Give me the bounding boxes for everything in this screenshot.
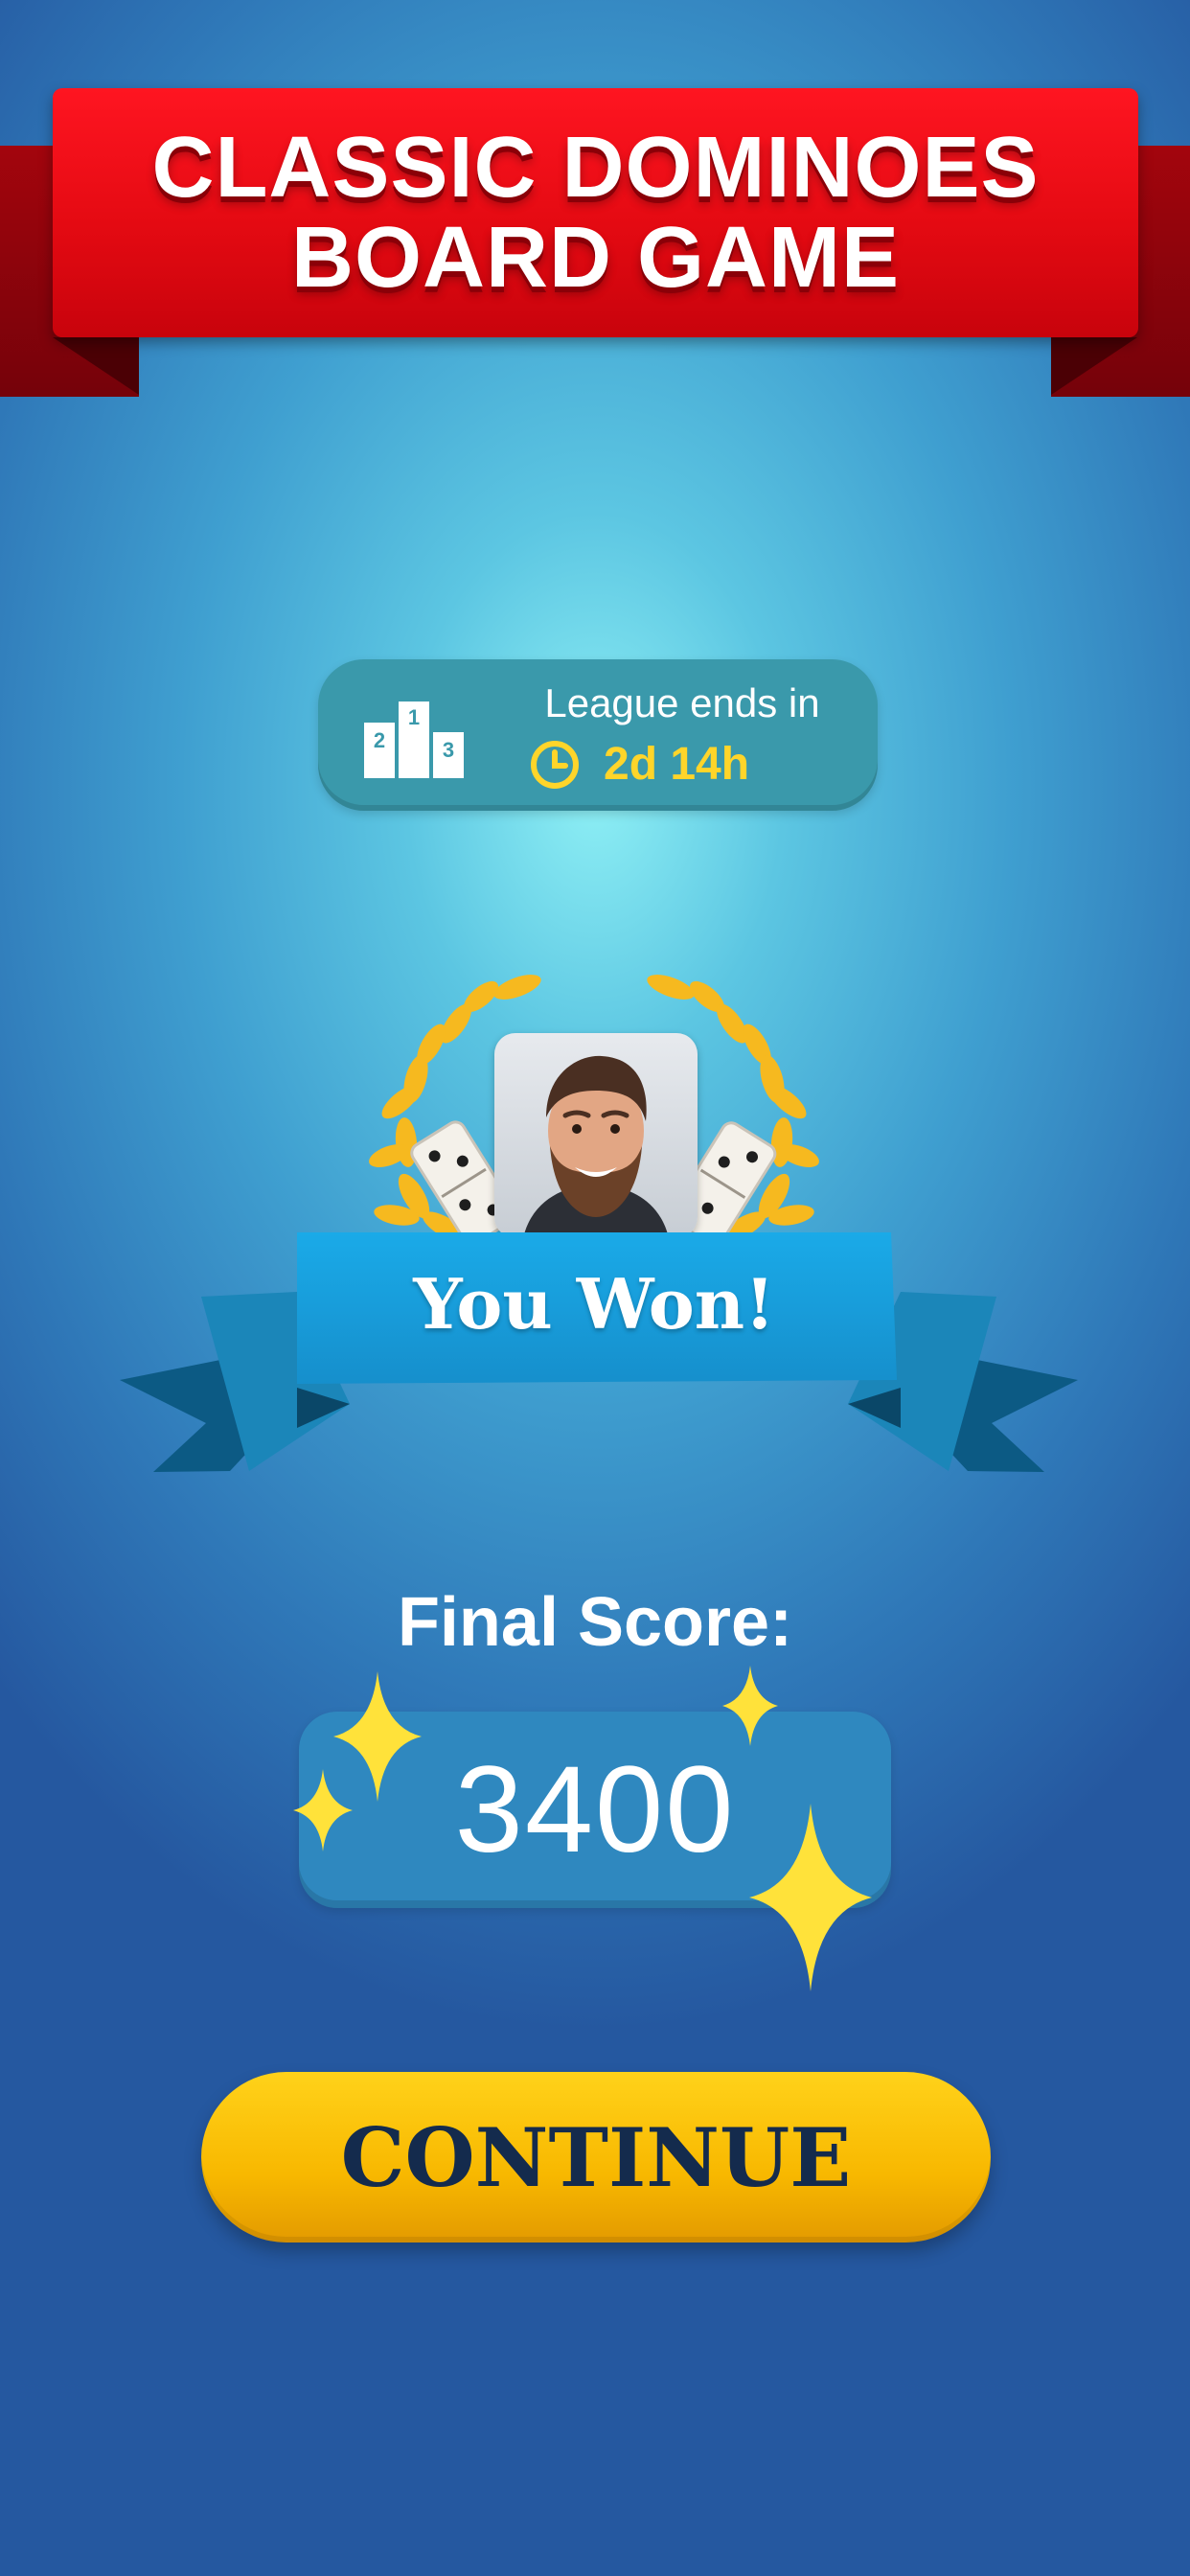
sparkle-icon xyxy=(722,1666,778,1746)
sparkle-icon xyxy=(293,1769,353,1852)
player-avatar xyxy=(494,1033,698,1238)
league-time-remaining: 2d 14h xyxy=(604,739,750,790)
final-score-value: 3400 xyxy=(454,1741,736,1878)
podium-icon: 2 1 3 xyxy=(364,702,464,778)
banner-fold-left xyxy=(53,337,139,395)
final-score-label: Final Score: xyxy=(397,1584,793,1661)
banner-fold-right xyxy=(1051,337,1137,395)
continue-button[interactable]: CONTINUE xyxy=(201,2072,991,2242)
title-banner: CLASSIC DOMINOES BOARD GAME xyxy=(0,0,1190,402)
banner-face: CLASSIC DOMINOES BOARD GAME xyxy=(53,88,1138,337)
avatar-portrait-icon xyxy=(494,1033,698,1238)
league-time-row: 2d 14h xyxy=(529,738,749,791)
sparkle-icon xyxy=(749,1804,872,1991)
you-won-title: You Won! xyxy=(413,1263,775,1345)
league-timer[interactable]: 2 1 3 League ends in 2d 14h xyxy=(318,659,878,811)
podium-label-2: 2 xyxy=(374,728,385,752)
podium-label-1: 1 xyxy=(408,705,420,729)
continue-button-label: CONTINUE xyxy=(340,2109,852,2205)
podium-label-3: 3 xyxy=(443,738,454,762)
game-title-line-1: CLASSIC DOMINOES xyxy=(151,120,1040,216)
clock-icon xyxy=(531,740,579,789)
league-ends-label: League ends in xyxy=(544,680,820,725)
game-title-line-2: BOARD GAME xyxy=(291,210,900,306)
